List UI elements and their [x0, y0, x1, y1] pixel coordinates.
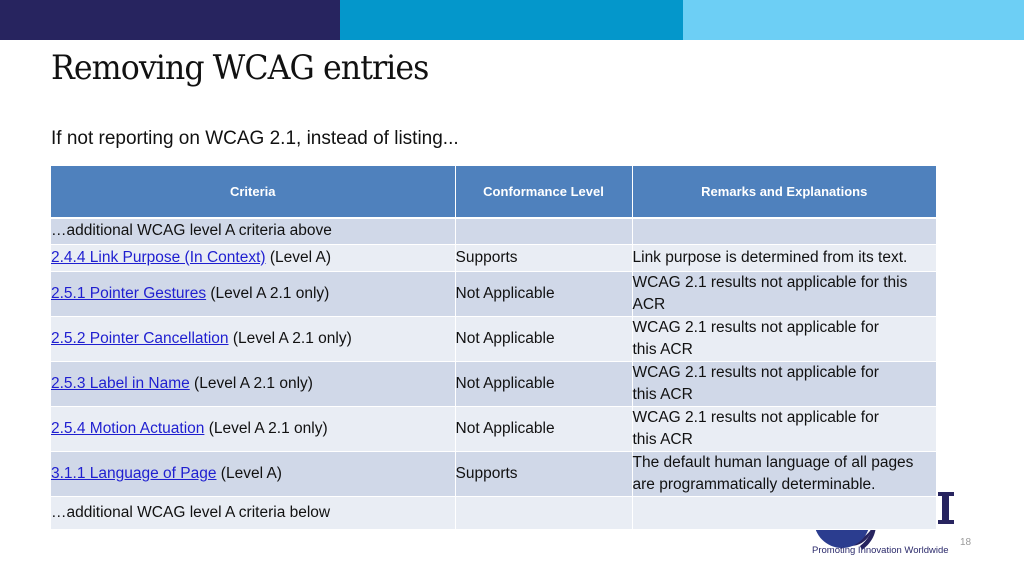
criterion-link-2-5-3[interactable]: 2.5.3 Label in Name [51, 375, 190, 392]
criteria-level: (Level A 2.1 only) [206, 284, 330, 302]
remarks-text: The default human language of all pages … [632, 453, 914, 493]
criteria-level: (Level A) [216, 464, 282, 482]
remarks-cell [632, 496, 936, 530]
criteria-cell: …additional WCAG level A criteria below [51, 496, 456, 530]
table-row: 2.4.4 Link Purpose (In Context) (Level A… [51, 244, 936, 272]
remarks-text: WCAG 2.1 results not applicable for this… [632, 408, 879, 448]
table-row: 2.5.4 Motion Actuation (Level A 2.1 only… [51, 406, 936, 452]
remarks-text: WCAG 2.1 results not applicable for this… [632, 363, 879, 403]
remarks-cell: Link purpose is determined from its text… [632, 244, 936, 272]
table-header-row: Criteria Conformance Level Remarks and E… [51, 166, 936, 219]
criterion-link-3-1-1[interactable]: 3.1.1 Language of Page [51, 465, 216, 482]
table-row: 2.5.3 Label in Name (Level A 2.1 only) N… [51, 361, 936, 407]
criteria-cell: 2.5.1 Pointer Gestures (Level A 2.1 only… [51, 271, 456, 317]
conformance-cell: Not Applicable [455, 271, 633, 317]
criteria-level: (Level A 2.1 only) [204, 419, 328, 437]
logo-letter-i-right-stem [942, 492, 949, 524]
slide-subtitle: If not reporting on WCAG 2.1, instead of… [51, 128, 459, 149]
top-bar-segment-light [683, 0, 1024, 40]
criteria-level: (Level A 2.1 only) [228, 329, 352, 347]
criterion-link-2-5-2[interactable]: 2.5.2 Pointer Cancellation [51, 330, 229, 347]
conformance-cell: Not Applicable [455, 406, 633, 452]
table-row: …additional WCAG level A criteria above [51, 218, 936, 245]
conformance-cell: Not Applicable [455, 316, 633, 362]
criteria-level: (Level A 2.1 only) [189, 374, 313, 392]
remarks-text: WCAG 2.1 results not applicable for this… [632, 273, 908, 313]
top-color-bar [0, 0, 1024, 40]
criteria-level: (Level A) [265, 248, 332, 266]
top-bar-segment-dark [0, 0, 340, 40]
logo-tagline: Promoting Innovation Worldwide [812, 545, 949, 556]
wcag-criteria-table: Criteria Conformance Level Remarks and E… [51, 166, 936, 530]
conformance-cell [455, 496, 633, 530]
criteria-text: …additional WCAG level A criteria below [51, 503, 331, 521]
criteria-cell: …additional WCAG level A criteria above [51, 218, 456, 245]
criterion-link-2-5-4[interactable]: 2.5.4 Motion Actuation [51, 420, 204, 437]
page-number: 18 [960, 537, 972, 548]
conformance-cell: Supports [455, 244, 633, 272]
criterion-link-2-4-4[interactable]: 2.4.4 Link Purpose (In Context) [51, 249, 266, 266]
header-conformance-level: Conformance Level [455, 166, 633, 219]
conformance-cell: Supports [455, 451, 633, 497]
criterion-link-2-5-1[interactable]: 2.5.1 Pointer Gestures [51, 285, 206, 302]
conformance-cell [455, 218, 633, 245]
criteria-text: …additional WCAG level A criteria above [51, 222, 332, 240]
header-criteria: Criteria [51, 166, 456, 219]
table-row: 2.5.1 Pointer Gestures (Level A 2.1 only… [51, 271, 936, 317]
table-row: 2.5.2 Pointer Cancellation (Level A 2.1 … [51, 316, 936, 362]
top-bar-segment-mid [340, 0, 683, 40]
criteria-cell: 2.5.2 Pointer Cancellation (Level A 2.1 … [51, 316, 456, 362]
remarks-cell: The default human language of all pages … [632, 451, 936, 497]
remarks-text: WCAG 2.1 results not applicable for this… [632, 318, 879, 358]
header-remarks: Remarks and Explanations [632, 166, 936, 219]
table-row: …additional WCAG level A criteria below [51, 496, 936, 530]
remarks-cell: WCAG 2.1 results not applicable for this… [632, 316, 936, 362]
criteria-cell: 2.5.4 Motion Actuation (Level A 2.1 only… [51, 406, 456, 452]
remarks-cell: WCAG 2.1 results not applicable for this… [632, 361, 936, 407]
conformance-cell: Not Applicable [455, 361, 633, 407]
criteria-cell: 2.4.4 Link Purpose (In Context) (Level A… [51, 244, 456, 272]
slide-title: Removing WCAG entries [51, 48, 429, 88]
criteria-cell: 2.5.3 Label in Name (Level A 2.1 only) [51, 361, 456, 407]
remarks-cell: WCAG 2.1 results not applicable for this… [632, 271, 936, 317]
remarks-cell [632, 218, 936, 245]
remarks-cell: WCAG 2.1 results not applicable for this… [632, 406, 936, 452]
table-row: 3.1.1 Language of Page (Level A) Support… [51, 451, 936, 497]
logo-letter-i-right-base [938, 520, 954, 524]
criteria-cell: 3.1.1 Language of Page (Level A) [51, 451, 456, 497]
